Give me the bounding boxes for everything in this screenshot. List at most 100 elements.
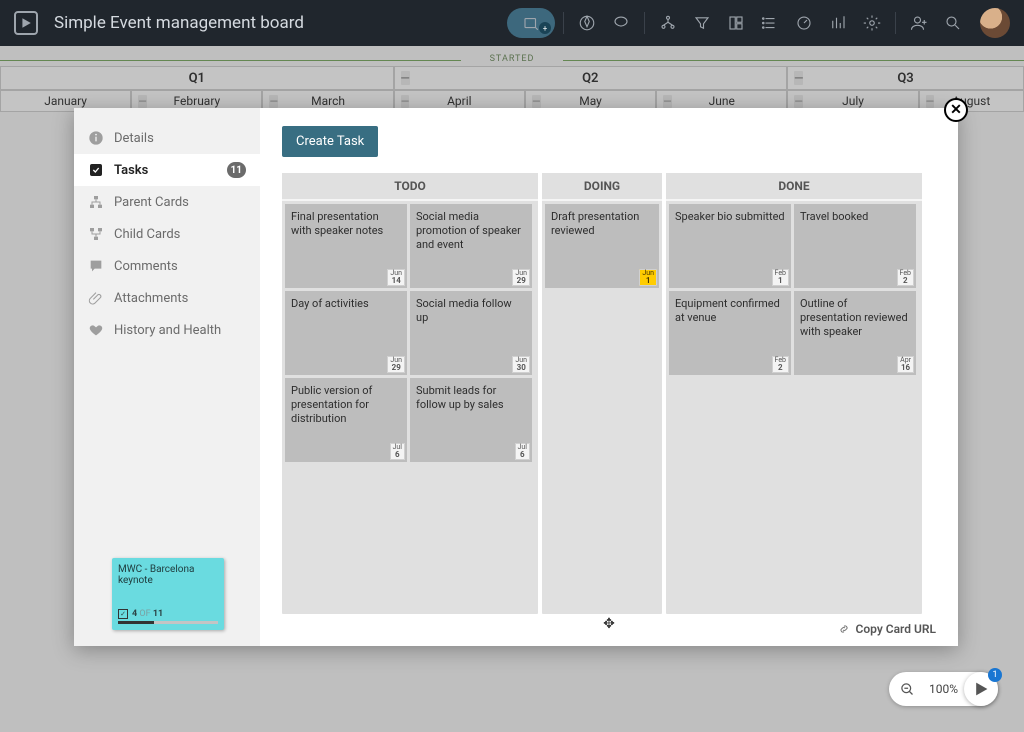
app-fab-button[interactable]: 1 (964, 672, 998, 706)
sidebar-item-details[interactable]: Details (74, 122, 260, 154)
due-date-badge: Feb2 (772, 356, 789, 373)
due-date-badge: Jun30 (512, 356, 530, 373)
separator (895, 12, 896, 34)
topbar: Simple Event management board + (0, 0, 1024, 46)
kanban-board: TODO Final presentation with speaker not… (282, 173, 936, 614)
separator (563, 12, 564, 34)
board-title: Simple Event management board (54, 13, 304, 33)
compass-icon[interactable] (572, 8, 602, 38)
dashboard-icon[interactable] (789, 8, 819, 38)
move-cursor-icon: ✥ (603, 616, 615, 632)
task-title: Outline of presentation reviewed with sp… (800, 297, 910, 338)
sidebar-item-tasks[interactable]: Tasks 11 (74, 154, 260, 186)
due-date-badge: Apr16 (897, 356, 914, 373)
task-card[interactable]: Social media follow up Jun30 (410, 291, 532, 375)
due-date-badge: Jul6 (515, 443, 530, 460)
task-card[interactable]: Outline of presentation reviewed with sp… (794, 291, 916, 375)
column-header: DONE (666, 173, 922, 201)
column-header: DOING (542, 173, 662, 201)
bottom-controls: 100% 1 (978, 686, 1012, 720)
tag-icon[interactable] (606, 8, 636, 38)
check-icon (88, 162, 104, 178)
due-date-badge: Jun29 (512, 269, 530, 286)
due-date-badge: Jul6 (390, 443, 405, 460)
task-title: Social media follow up (416, 297, 526, 325)
filter-icon[interactable] (687, 8, 717, 38)
search-icon[interactable] (938, 8, 968, 38)
separator (644, 12, 645, 34)
add-user-icon[interactable] (904, 8, 934, 38)
list-icon[interactable] (755, 8, 785, 38)
sidebar-item-label: Child Cards (114, 227, 180, 242)
task-card[interactable]: Final presentation with speaker notes Jun… (285, 204, 407, 288)
column-body[interactable]: Final presentation with speaker notes Jun… (282, 201, 538, 614)
copy-card-url-button[interactable]: Copy Card URL (838, 622, 937, 636)
quick-add-button[interactable]: + (507, 8, 555, 38)
column-body[interactable]: ✥ Draft presentation reviewedJun1 (542, 201, 662, 614)
mini-card-title: MWC - Barcelona keynote (118, 564, 218, 586)
layout-icon[interactable] (721, 8, 751, 38)
task-title: Speaker bio submitted (675, 210, 785, 224)
info-icon (88, 130, 104, 146)
due-date-badge: Feb1 (772, 269, 789, 286)
task-card[interactable]: Public version of presentation for distr… (285, 378, 407, 462)
create-task-button[interactable]: Create Task (282, 126, 378, 157)
column-body[interactable]: Speaker bio submitted Feb1 Travel booked Fe… (666, 201, 922, 614)
sidebar-item-label: Parent Cards (114, 195, 189, 210)
modal-sidebar: Details Tasks 11 Parent Cards Child Card… (74, 108, 260, 646)
task-title: Submit leads for follow up by sales (416, 384, 526, 412)
sidebar-item-attachments[interactable]: Attachments (74, 282, 260, 314)
heart-icon (88, 322, 104, 338)
comment-icon (88, 258, 104, 274)
task-card[interactable]: Draft presentation reviewed Jun1 (545, 204, 659, 288)
sidebar-item-label: Tasks (114, 163, 148, 178)
task-title: Day of activities (291, 297, 401, 311)
task-card[interactable]: Day of activities Jun29 (285, 291, 407, 375)
task-title: Social media promotion of speaker and ev… (416, 210, 526, 251)
count-badge: 11 (227, 162, 246, 178)
fab-badge: 1 (988, 668, 1002, 682)
due-date-badge: Jun1 (639, 269, 657, 286)
checkbox-icon: ✓ (118, 609, 128, 619)
sidebar-item-child-cards[interactable]: Child Cards (74, 218, 260, 250)
tasks-panel: Create Task TODO Final presentation with… (260, 108, 958, 646)
sidebar-item-label: Comments (114, 259, 178, 274)
sidebar-item-comments[interactable]: Comments (74, 250, 260, 282)
due-date-badge: Jun14 (387, 269, 405, 286)
task-card[interactable]: Equipment confirmed at venue Feb2 (669, 291, 791, 375)
child-icon (88, 226, 104, 242)
app-logo[interactable] (14, 11, 38, 35)
due-date-badge: Jun29 (387, 356, 405, 373)
task-title: Final presentation with speaker notes (291, 210, 401, 238)
sidebar-item-label: Details (114, 131, 154, 146)
due-date-badge: Feb2 (897, 269, 914, 286)
gear-icon[interactable] (857, 8, 887, 38)
sidebar-item-history[interactable]: History and Health (74, 314, 260, 346)
column-todo: TODO Final presentation with speaker not… (282, 173, 538, 614)
paperclip-icon (88, 290, 104, 306)
avatar[interactable] (980, 8, 1010, 38)
card-detail-modal: ✕ Details Tasks 11 Parent Cards Child Ca… (74, 108, 958, 646)
task-title: Draft presentation reviewed (551, 210, 653, 238)
sidebar-item-parent-cards[interactable]: Parent Cards (74, 186, 260, 218)
mini-card-progress: ✓ 4 OF 11 (118, 609, 218, 624)
task-card[interactable]: Social media promotion of speaker and ev… (410, 204, 532, 288)
parent-icon (88, 194, 104, 210)
column-header: TODO (282, 173, 538, 201)
link-icon (838, 623, 850, 635)
task-title: Travel booked (800, 210, 910, 224)
zoom-out-button[interactable] (895, 676, 921, 702)
column-done: DONE Speaker bio submitted Feb1 Travel boo… (666, 173, 922, 614)
hierarchy-icon[interactable] (653, 8, 683, 38)
quick-add-badge: + (539, 22, 551, 34)
mini-card-preview[interactable]: MWC - Barcelona keynote ✓ 4 OF 11 (112, 558, 224, 630)
column-doing: DOING ✥ Draft presentation reviewedJun1 (542, 173, 662, 614)
task-card[interactable]: Speaker bio submitted Feb1 (669, 204, 791, 288)
task-card[interactable]: Travel booked Feb2 (794, 204, 916, 288)
chart-icon[interactable] (823, 8, 853, 38)
zoom-level: 100% (925, 682, 962, 696)
sidebar-item-label: Attachments (114, 291, 188, 306)
sidebar-item-label: History and Health (114, 323, 221, 338)
task-card[interactable]: Submit leads for follow up by sales Jul6 (410, 378, 532, 462)
task-title: Equipment confirmed at venue (675, 297, 785, 325)
